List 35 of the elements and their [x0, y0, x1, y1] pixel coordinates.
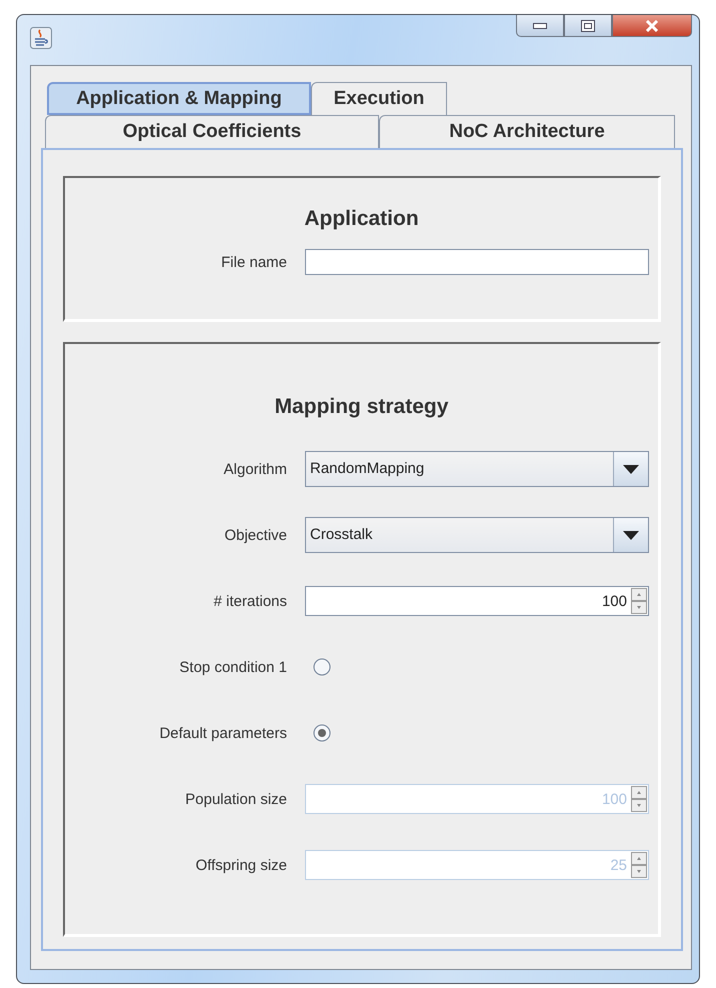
spin-up-icon — [631, 588, 647, 601]
field-label: Stop condition 1 — [178, 658, 287, 676]
field-label: Offspring size — [194, 856, 287, 874]
maximize-icon — [581, 20, 595, 32]
minimize-icon — [533, 22, 547, 28]
tab[interactable]: Optical Coefficients — [45, 115, 379, 148]
tab[interactable]: Execution — [311, 82, 447, 115]
maximize-button[interactable] — [564, 15, 612, 37]
dropdown[interactable]: RandomMapping — [305, 451, 649, 487]
field-label: Algorithm — [222, 460, 287, 478]
spin-down-icon — [631, 799, 647, 812]
field-label: Default parameters — [158, 724, 287, 742]
field-label: # iterations — [212, 592, 287, 610]
section-title: Application — [303, 206, 420, 232]
field-label: Population size — [184, 790, 287, 808]
tab[interactable]: NoC Architecture — [379, 115, 675, 148]
spin-down-icon — [631, 865, 647, 878]
minimize-button[interactable] — [516, 15, 564, 37]
radio-button[interactable] — [313, 658, 331, 676]
radio-button[interactable] — [313, 724, 331, 742]
close-icon — [645, 20, 659, 32]
field-label: Objective — [223, 526, 287, 544]
dropdown-arrow-icon — [623, 530, 639, 540]
dropdown[interactable]: Crosstalk — [305, 517, 649, 553]
close-button[interactable] — [612, 15, 692, 37]
number-spinner[interactable]: 100 — [305, 586, 649, 616]
spin-up-icon — [631, 852, 647, 865]
dropdown-arrow-icon — [623, 464, 639, 474]
tab[interactable]: Application & Mapping — [47, 82, 311, 115]
file-name-field[interactable] — [305, 249, 649, 275]
spin-down-icon — [631, 601, 647, 614]
field-label: File name — [220, 254, 287, 270]
spin-up-icon — [631, 786, 647, 799]
section-title: Mapping strategy — [274, 394, 450, 420]
coffee-cup-icon — [30, 27, 52, 49]
